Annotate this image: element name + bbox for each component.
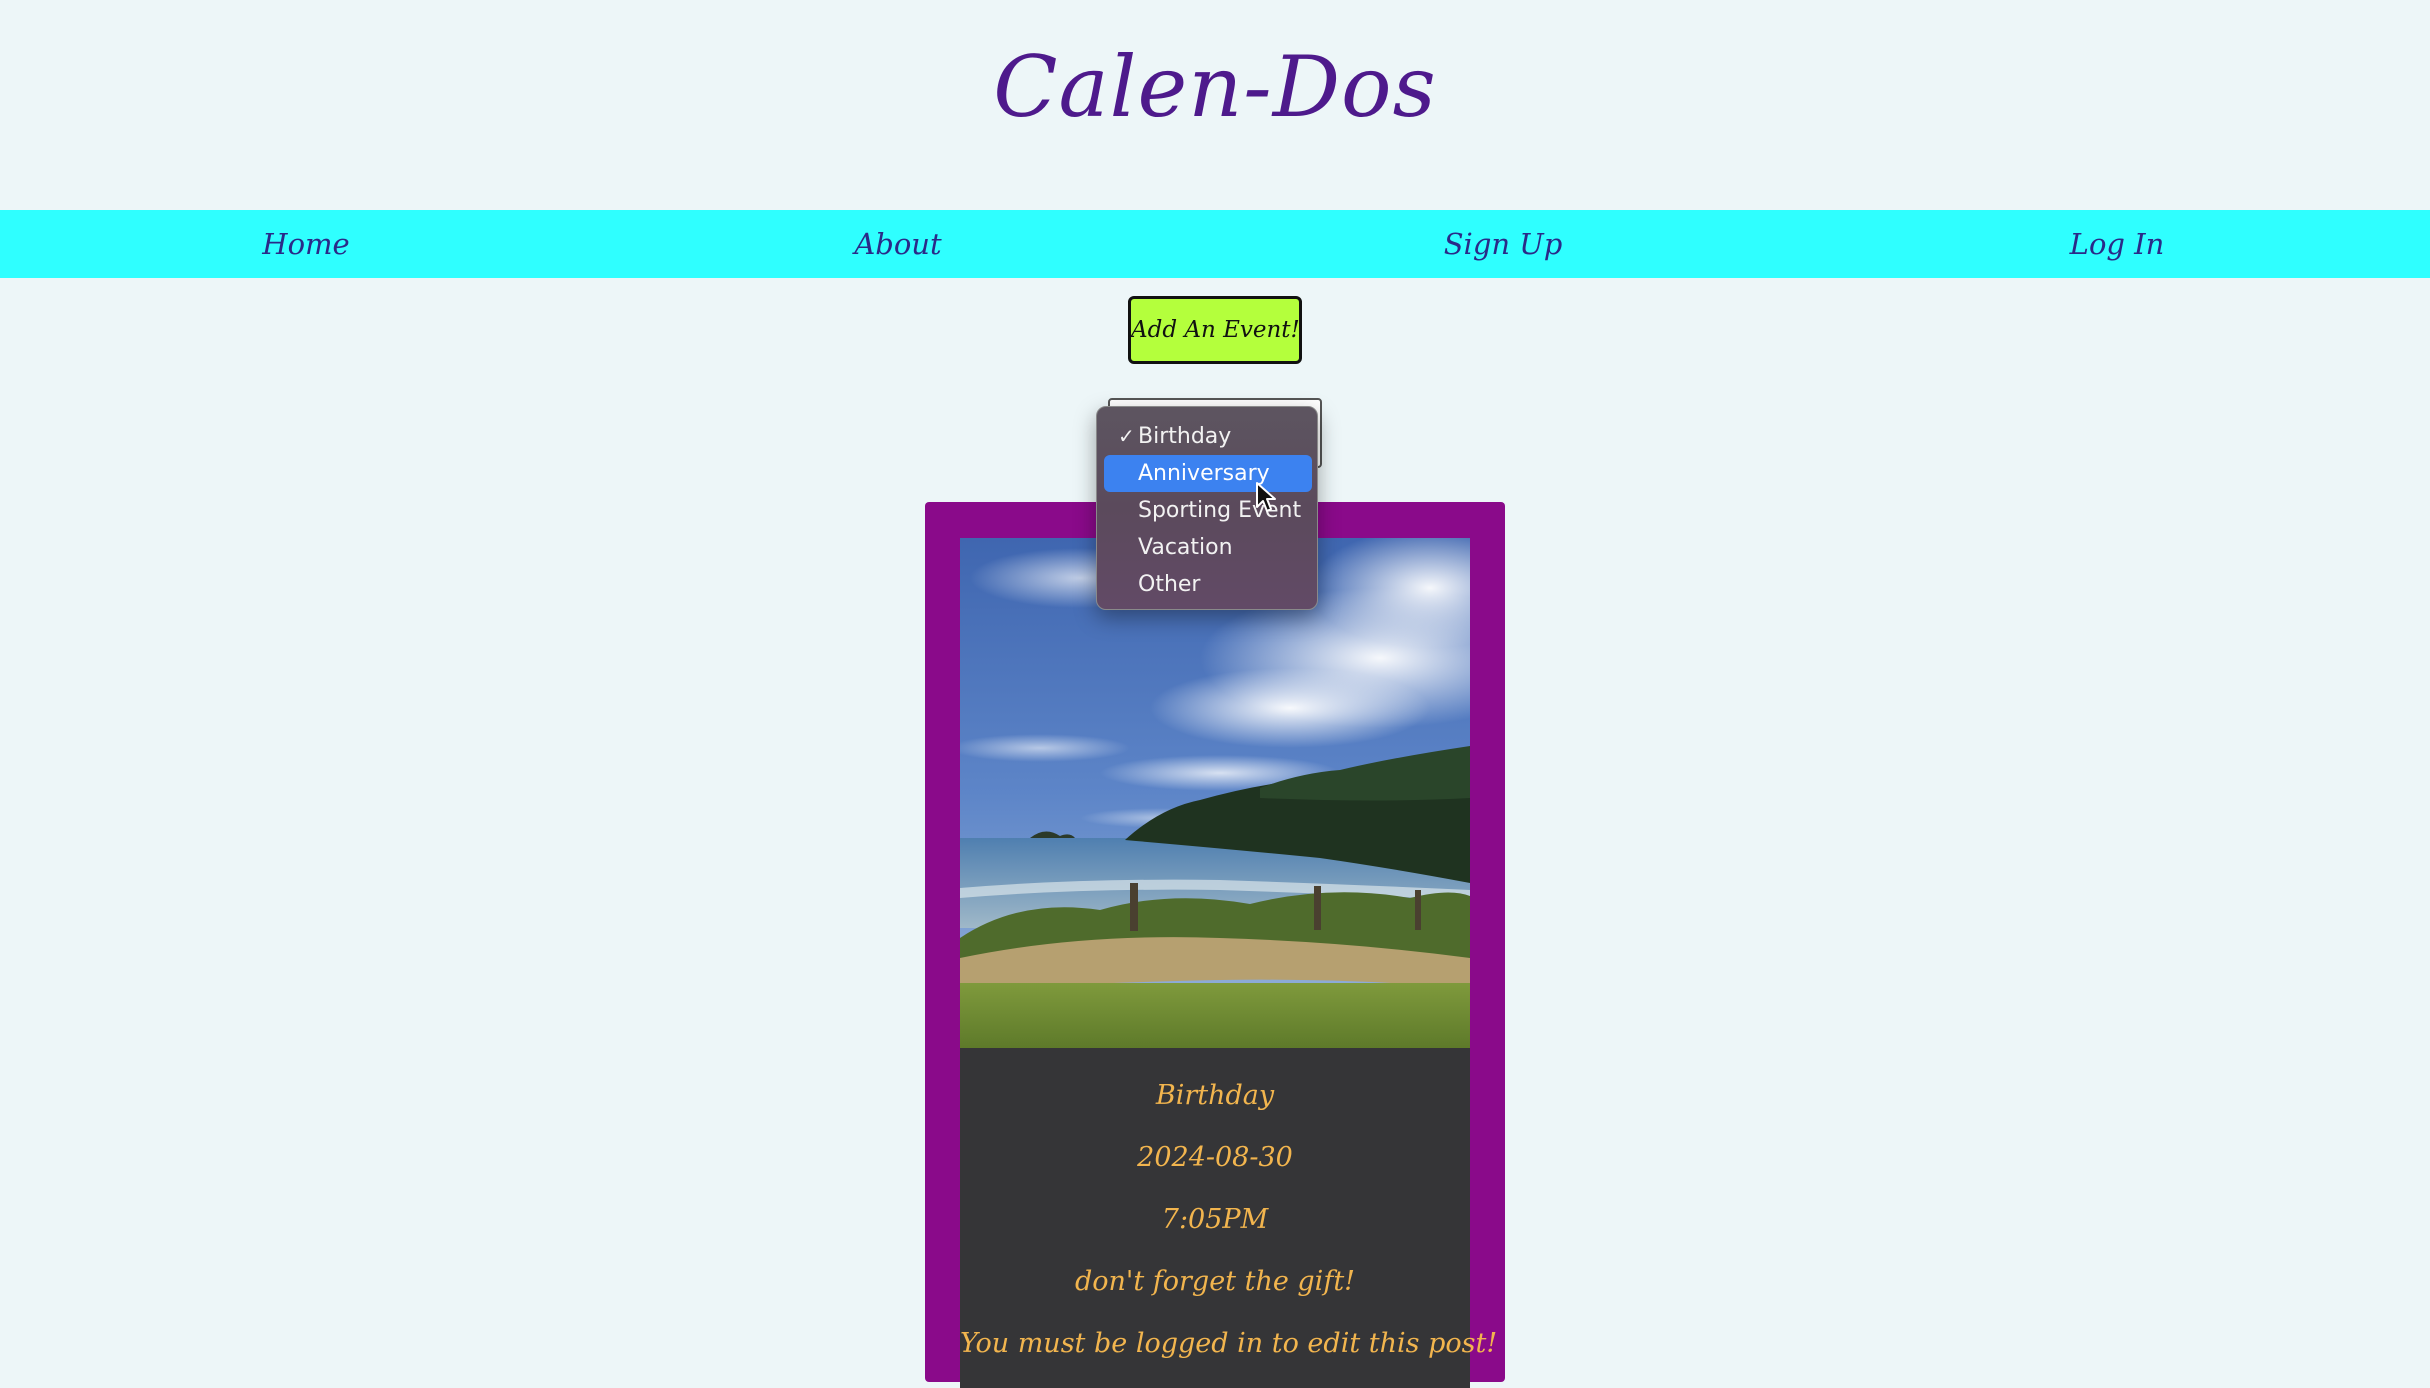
- option-label: Other: [1138, 572, 1201, 597]
- option-vacation[interactable]: Vacation: [1104, 529, 1312, 566]
- mouse-pointer-icon: [1256, 482, 1276, 512]
- option-label: Anniversary: [1138, 461, 1270, 486]
- main-nav: Home About Sign Up Log In: [0, 210, 2430, 278]
- checkmark-icon: ✓: [1118, 424, 1135, 448]
- nav-signup-link[interactable]: Sign Up: [1444, 210, 1563, 278]
- category-dropdown-menu: ✓ Birthday Anniversary Sporting Event Va…: [1096, 406, 1318, 610]
- option-sporting-event[interactable]: Sporting Event: [1104, 492, 1312, 529]
- option-label: Birthday: [1138, 424, 1232, 449]
- event-time: 7:05PM: [1161, 1204, 1269, 1235]
- nav-about-link[interactable]: About: [854, 210, 941, 278]
- option-label: Vacation: [1138, 535, 1233, 560]
- nav-login-link[interactable]: Log In: [2070, 210, 2165, 278]
- event-card: Birthday 2024-08-30 7:05PM don't forget …: [925, 502, 1505, 1388]
- option-other[interactable]: Other: [1104, 566, 1312, 603]
- edit-warning: You must be logged in to edit this post!: [960, 1328, 1498, 1359]
- event-title: Birthday: [1155, 1080, 1275, 1111]
- event-note: don't forget the gift!: [1074, 1266, 1356, 1297]
- option-birthday[interactable]: ✓ Birthday: [1104, 418, 1312, 455]
- nav-home-link[interactable]: Home: [262, 210, 349, 278]
- site-title: Calen-Dos: [993, 38, 1437, 136]
- event-date: 2024-08-30: [1137, 1142, 1293, 1173]
- beach-landscape-photo: [960, 538, 1470, 1048]
- event-details: Birthday 2024-08-30 7:05PM don't forget …: [960, 1048, 1498, 1388]
- add-event-button[interactable]: Add An Event!: [1128, 296, 1302, 364]
- option-anniversary[interactable]: Anniversary: [1104, 455, 1312, 492]
